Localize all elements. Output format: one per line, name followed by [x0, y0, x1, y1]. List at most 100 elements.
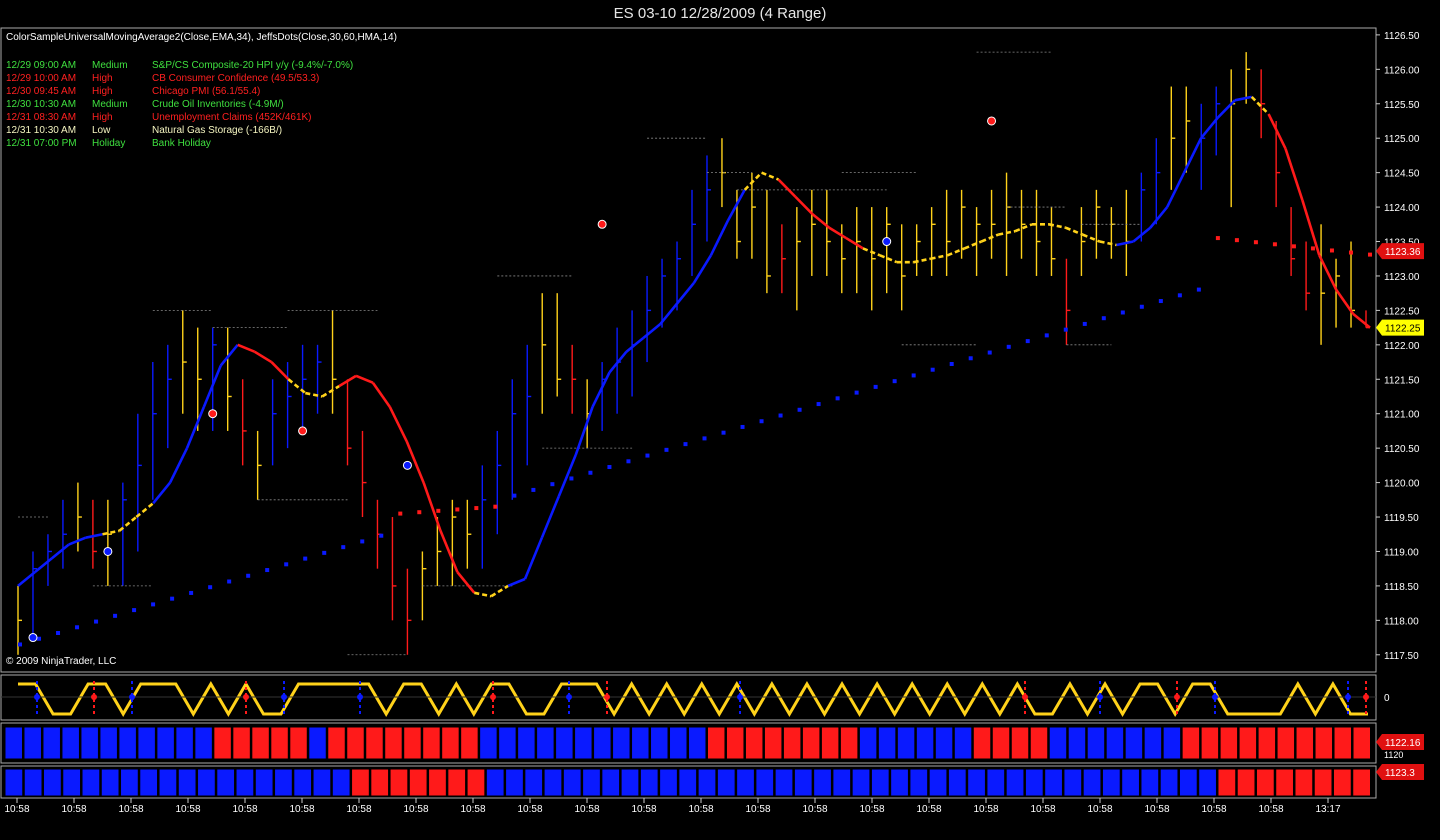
block-panel-2-cell [177, 768, 197, 797]
trend-dot [778, 413, 783, 418]
block-panel-1-cell [1257, 726, 1277, 760]
block-panel-2-cell [639, 768, 659, 797]
ema-line-segment [1149, 206, 1169, 229]
trend-dot [1082, 321, 1087, 326]
trend-dot [246, 573, 251, 578]
ema-line-segment [845, 236, 864, 250]
ema-line-segment [152, 481, 172, 505]
block-panel-1-cell [706, 726, 726, 760]
trend-dot [18, 642, 22, 647]
trend-dot [1368, 252, 1372, 257]
event-impact: High [92, 86, 113, 97]
block-panel-2-cell [1121, 768, 1140, 797]
block-panel-1-cell [327, 726, 346, 760]
block-panel-2-cell [1217, 768, 1237, 797]
trend-dot [1329, 248, 1334, 253]
trend-dot [797, 407, 802, 412]
block-panel-2-cell [81, 768, 101, 797]
event-impact: Medium [92, 60, 128, 71]
block-panel-2-cell [197, 768, 216, 797]
block-panel-1-cell [1314, 726, 1334, 760]
block-panel-2-cell [1140, 768, 1160, 797]
trend-dot [1196, 287, 1201, 292]
zigzag-signal-dot [1174, 694, 1180, 700]
ema-line-segment [980, 233, 999, 243]
block-panel-2-cell [274, 768, 293, 797]
event-time: 12/30 10:30 AM [6, 99, 77, 110]
block-panel-1-cell [251, 726, 270, 760]
trend-dot [987, 350, 992, 355]
ema-line-segment [557, 454, 577, 497]
block-panel-2-cell [967, 768, 986, 797]
event-time: 12/31 07:00 PM [6, 138, 77, 149]
block-panel-2-cell [524, 768, 544, 797]
block-panel-2-cell [890, 768, 909, 797]
ema-line-segment [371, 381, 391, 408]
x-tick-label: 10:58 [916, 804, 941, 815]
trend-dot [1310, 246, 1315, 251]
block-panel-1-cell [1276, 726, 1296, 760]
x-tick-label: 10:58 [517, 804, 542, 815]
block-panel-2-cell [100, 768, 120, 797]
ema-line-segment [1099, 240, 1117, 247]
block-panel-1-cell [479, 726, 498, 760]
trend-dot [1006, 344, 1011, 349]
signal-circle [882, 237, 892, 247]
block-panel-1-cell [574, 726, 593, 760]
trend-dot [1272, 242, 1277, 247]
block-panel-2-cell [23, 768, 43, 797]
block-panel-2-cell [216, 768, 236, 797]
block-panel-1-cell [1029, 726, 1049, 760]
ema-line-segment [1216, 99, 1236, 119]
x-tick-label: 13:17 [1315, 804, 1340, 815]
zigzag-signal-dot [1212, 694, 1218, 700]
block-panel-1-cell [1086, 726, 1106, 760]
event-time: 12/29 09:00 AM [6, 60, 77, 71]
block-panel-1-cell [289, 726, 308, 760]
block-panel-1-cell [1333, 726, 1353, 760]
x-tick-label: 10:58 [175, 804, 200, 815]
ema-line-segment [1267, 113, 1287, 150]
x-tick-label: 10:58 [61, 804, 86, 815]
block-panel-2-cell [986, 768, 1006, 797]
block-panel-1-cell [1181, 726, 1201, 760]
block-panel-1-cell [593, 726, 612, 760]
event-desc: Bank Holiday [152, 138, 211, 149]
block-panel-2-cell [1005, 768, 1025, 797]
ema-line-segment [321, 385, 340, 398]
trend-dot [664, 447, 669, 452]
trend-dot [1025, 339, 1030, 344]
x-tick-label: 10:58 [289, 804, 314, 815]
y-tick-label: 1121.00 [1384, 410, 1420, 421]
block-panel-1-cell [213, 726, 232, 760]
block-panel-2-cell [1352, 768, 1371, 797]
block-panel-1-cell [308, 726, 327, 760]
block-panel-1-cell [1067, 726, 1087, 760]
trend-dot [265, 568, 270, 573]
trend-dot [531, 487, 536, 492]
ema-line-segment [85, 532, 103, 539]
x-tick-label: 10:58 [346, 804, 371, 815]
block-panel-1-cell [555, 726, 574, 760]
ema-line-segment [1301, 199, 1321, 256]
x-tick-label: 10:58 [688, 804, 713, 815]
ema-line-segment [879, 254, 898, 264]
y-tick-label: 1121.50 [1384, 375, 1420, 386]
ema-line-segment [253, 350, 273, 364]
block-panel-2-cell [736, 768, 755, 797]
block-panel-1-cell [517, 726, 536, 760]
block-panel-2-cell [582, 768, 601, 797]
trend-dot [683, 442, 688, 447]
y-tick-label: 1118.50 [1384, 582, 1419, 593]
block-panel-2-cell [1082, 768, 1102, 797]
zigzag-line [18, 681, 1368, 717]
trend-dot [1101, 316, 1106, 321]
trend-dot [626, 459, 631, 464]
trend-dot [569, 476, 574, 481]
trend-dot [512, 493, 517, 498]
x-tick-label: 10:58 [1087, 804, 1112, 815]
ema-line-segment [474, 591, 492, 598]
trend-dot [892, 379, 897, 384]
y-tick-label: 1122.50 [1384, 306, 1420, 317]
ema-line-segment [642, 323, 662, 339]
